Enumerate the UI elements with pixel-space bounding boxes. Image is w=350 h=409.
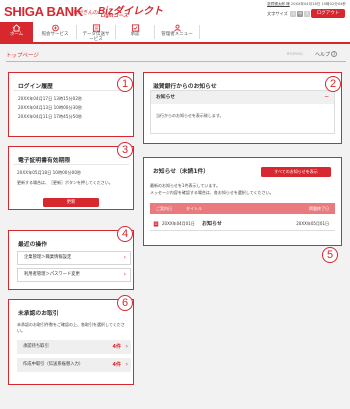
pending-item-count: 4件 — [112, 362, 121, 368]
pending-item[interactable]: 承認待ち取引 4件 › — [17, 340, 131, 354]
pending-item-count: 4件 — [112, 344, 121, 350]
nav-home[interactable]: ホーム — [0, 22, 33, 42]
global-nav: ホーム 照会サービス データ伝送サービス 承認 管理者メニュー — [0, 22, 350, 44]
update-button[interactable]: 更新 — [43, 198, 99, 207]
nav-data-transfer[interactable]: データ伝送サービス — [78, 22, 114, 42]
font-size-label: 文字サイズ — [267, 11, 288, 16]
column-header-end-date: 掲載終了日 — [309, 206, 329, 211]
inquiry-icon — [51, 24, 59, 32]
nav-admin[interactable]: 管理者メニュー — [156, 22, 198, 42]
pending-panel: 未承認のお取引 未承認のお取引件数をご確認の上、各取引を選択してください。 承認… — [8, 299, 134, 385]
notices-note: メッセージ内容を確認する場合は、各お知らせを選択してください。 — [150, 190, 274, 195]
column-header-date: ご案内日 — [156, 206, 172, 211]
nav-approval[interactable]: 承認 — [117, 22, 153, 42]
font-size-large-button[interactable]: 大 — [304, 11, 311, 17]
recent-op-label: 企業管理＞職業情報設定 — [24, 255, 72, 260]
chevron-right-icon: › — [123, 254, 126, 261]
bank-notice-body: 当行からのお知らせを表示致します。 — [156, 113, 224, 118]
help-link[interactable]: ヘルプ? — [315, 51, 338, 58]
notices-note: 最新のお知らせを1件表示しています。 — [150, 183, 220, 188]
pending-title: 未承認のお取引 — [18, 311, 59, 317]
certificate-expiry: 20XX年05月18日 10時00分00秒 — [17, 170, 82, 175]
home-icon — [12, 24, 21, 32]
chevron-right-icon: › — [125, 343, 128, 350]
font-size-small-button[interactable]: 小 — [290, 11, 297, 17]
login-history-entry: 20XX年04月17日 13時15分02秒 — [18, 96, 83, 101]
title-divider — [6, 61, 346, 62]
certificate-title: 電子証明書有効期限 — [13, 147, 129, 165]
last-login-time: 20XX年04月18日 10時02分04秒 — [290, 2, 346, 6]
pending-item-label: 作成中取引（伝送系振替入力） — [23, 362, 84, 367]
bank-notice-panel: 滋賀銀行からのお知らせ お知らせ － 当行からのお知らせを表示致します。 — [143, 72, 342, 144]
show-all-notices-button[interactable]: すべてのお知らせを表示 — [261, 167, 331, 177]
notices-panel: お知らせ（未読1件） すべてのお知らせを表示 最新のお知らせを1件表示しています… — [143, 157, 342, 246]
bank-logo[interactable]: SHIGA BANK — [4, 4, 83, 19]
page-code: BTOP001 — [287, 52, 304, 56]
data-transfer-icon — [92, 24, 100, 32]
nav-divider — [115, 25, 116, 39]
bank-notice-box: お知らせ － 当行からのお知らせを表示致します。 — [150, 90, 335, 134]
column-header-title: タイトル — [186, 206, 202, 211]
nav-divider — [154, 25, 155, 39]
recent-op-label: 利用者管理＞パスワード変更 — [24, 272, 80, 277]
callout-1: 1 — [117, 76, 133, 92]
admin-icon — [173, 24, 181, 32]
service-logo: しがぎんのBizダイレクト Lightコース — [73, 2, 163, 19]
document-icon — [153, 221, 159, 227]
nav-divider — [199, 25, 200, 39]
notice-date: 20XX年04月01日 — [162, 221, 195, 226]
nav-inquiry[interactable]: 照会サービス — [35, 22, 75, 42]
notice-title: お知らせ — [202, 221, 222, 227]
notice-row[interactable]: 20XX年04月01日 お知らせ 20XX年05月01日 — [150, 217, 335, 231]
recent-ops-title: 最近の操作 — [18, 242, 47, 248]
header: SHIGA BANK しがぎんのBizダイレクト Lightコース 滋賀銀太郎 … — [0, 0, 350, 22]
callout-4: 4 — [117, 226, 133, 242]
notices-table-header: ご案内日 タイトル 掲載終了日 — [150, 203, 335, 214]
callout-5: 5 — [322, 247, 338, 263]
callout-6: 6 — [117, 295, 133, 311]
pending-item[interactable]: 作成中取引（伝送系振替入力） 4件 › — [17, 358, 131, 372]
collapse-icon[interactable]: － — [324, 91, 329, 104]
service-prefix: しがぎんの — [73, 10, 99, 16]
login-history-panel: ログイン履歴 20XX年04月17日 13時15分02秒 20XX年04月13日… — [8, 72, 134, 137]
font-size-control: 文字サイズ 小中大 — [267, 11, 311, 17]
nav-approval-label: 承認 — [130, 32, 140, 37]
callout-2: 2 — [325, 76, 341, 92]
certificate-panel: 電子証明書有効期限 20XX年05月18日 10時00分00秒 更新する場合は、… — [8, 146, 134, 210]
page-title: トップページ — [6, 53, 39, 59]
chevron-right-icon: › — [123, 271, 126, 278]
approval-icon — [131, 24, 139, 32]
recent-op-item[interactable]: 利用者管理＞パスワード変更 › — [17, 268, 131, 282]
nav-inquiry-label: 照会サービス — [41, 32, 69, 37]
nav-data-transfer-label: データ伝送サービス — [82, 32, 110, 42]
bank-notice-header-label: お知らせ — [156, 95, 176, 100]
notice-end-date: 20XX年05月01日 — [296, 221, 329, 226]
nav-divider — [76, 25, 77, 39]
certificate-note: 更新する場合は、［更新］ボタンを押してください。 — [17, 180, 113, 185]
bank-notice-header[interactable]: お知らせ － — [151, 91, 334, 104]
callout-3: 3 — [117, 142, 133, 158]
service-edition: Lightコース — [101, 13, 128, 19]
bank-notice-title: 滋賀銀行からのお知らせ — [153, 84, 217, 90]
recent-op-item[interactable]: 企業管理＞職業情報設定 › — [17, 251, 131, 265]
user-info: 滋賀銀太郎 様 20XX年04月18日 10時02分04秒 — [267, 2, 346, 7]
user-name[interactable]: 滋賀銀太郎 様 — [267, 2, 290, 6]
font-size-medium-button[interactable]: 中 — [297, 11, 304, 17]
login-history-entry: 20XX年04月11日 17時45分50秒 — [18, 114, 83, 119]
nav-admin-label: 管理者メニュー — [161, 32, 193, 37]
pending-item-label: 承認待ち取引 — [23, 344, 49, 349]
help-icon: ? — [331, 51, 338, 57]
login-history-entry: 20XX年04月13日 10時00分30秒 — [18, 105, 83, 110]
pending-note: 未承認のお取引件数をご確認の上、各取引を選択してください。 — [17, 322, 125, 333]
login-history-title: ログイン履歴 — [13, 73, 129, 91]
help-label: ヘルプ — [315, 52, 331, 58]
chevron-right-icon: › — [125, 361, 128, 368]
recent-ops-panel: 最近の操作 企業管理＞職業情報設定 › 利用者管理＞パスワード変更 › — [8, 230, 134, 290]
nav-home-label: ホーム — [9, 32, 24, 37]
logout-button[interactable]: ログアウト — [311, 9, 345, 18]
